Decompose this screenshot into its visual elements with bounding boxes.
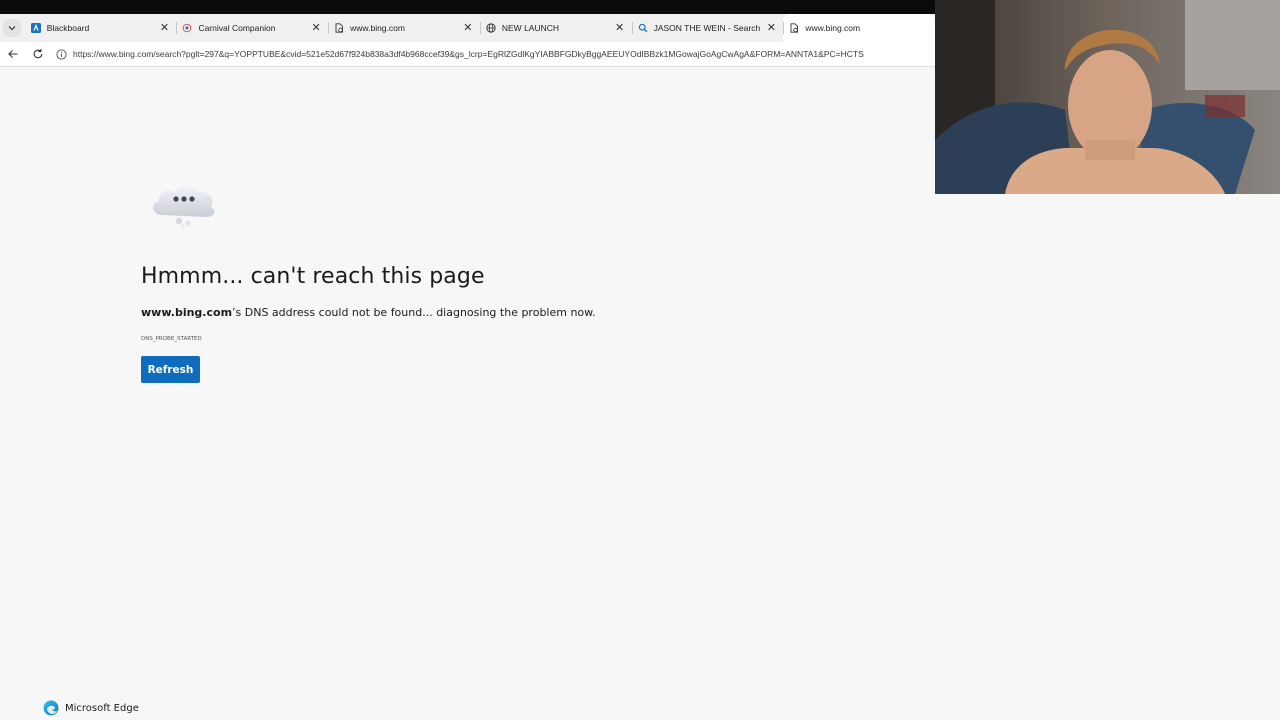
error-description: www.bing.com’s DNS address could not be … bbox=[141, 306, 596, 319]
error-host: www.bing.com bbox=[141, 306, 233, 319]
carnival-icon bbox=[182, 23, 192, 33]
tab-carnival-companion[interactable]: Carnival Companion ✕ bbox=[176, 14, 328, 42]
url-text: https://www.bing.com/search?pglt=297&q=Y… bbox=[73, 49, 864, 59]
address-bar: https://www.bing.com/search?pglt=297&q=Y… bbox=[0, 42, 935, 67]
close-icon[interactable]: ✕ bbox=[158, 22, 170, 34]
tab-label: JASON THE WEIN - Search bbox=[653, 23, 761, 33]
broken-page-icon bbox=[789, 23, 799, 33]
tab-label: Blackboard bbox=[46, 23, 90, 33]
back-button[interactable] bbox=[1, 42, 25, 66]
tab-strip: Blackboard ✕ Carnival Companion ✕ www.bi… bbox=[0, 14, 936, 42]
tab-search[interactable]: JASON THE WEIN - Search ✕ bbox=[631, 14, 784, 42]
site-info-icon[interactable] bbox=[54, 47, 68, 61]
globe-icon bbox=[486, 23, 496, 33]
chevron-down-icon[interactable] bbox=[3, 19, 22, 37]
brand-name: Microsoft Edge bbox=[65, 702, 139, 714]
search-icon bbox=[638, 23, 648, 33]
error-code: DNS_PROBE_STARTED bbox=[141, 336, 202, 342]
tab-label: www.bing.com bbox=[805, 23, 861, 33]
edge-brand: Microsoft Edge bbox=[43, 700, 139, 716]
tab-actions-menu[interactable] bbox=[0, 14, 25, 42]
tab-label: www.bing.com bbox=[350, 23, 405, 33]
broken-page-icon bbox=[334, 23, 344, 33]
tab-bing-active[interactable]: www.bing.com bbox=[783, 14, 936, 42]
close-icon[interactable]: ✕ bbox=[765, 22, 777, 34]
refresh-button[interactable]: Refresh bbox=[141, 356, 200, 383]
blackboard-icon bbox=[30, 23, 41, 33]
refresh-icon bbox=[33, 49, 43, 59]
tab-label: NEW LAUNCH bbox=[501, 23, 560, 33]
tab-new-launch[interactable]: NEW LAUNCH ✕ bbox=[479, 14, 632, 42]
close-icon[interactable]: ✕ bbox=[614, 22, 626, 34]
webcam-overlay bbox=[935, 0, 1280, 194]
webcam-video-frame bbox=[935, 0, 1280, 194]
screen: Blackboard ✕ Carnival Companion ✕ www.bi… bbox=[0, 0, 1280, 720]
edge-logo-icon bbox=[43, 700, 59, 716]
page-title: Hmmm... can't reach this page bbox=[141, 264, 485, 289]
tab-label: Carnival Companion bbox=[198, 23, 276, 33]
back-arrow-icon bbox=[8, 50, 18, 58]
tab-blackboard[interactable]: Blackboard ✕ bbox=[25, 14, 177, 42]
refresh-nav-button[interactable] bbox=[26, 42, 50, 66]
tab-bing-1[interactable]: www.bing.com ✕ bbox=[328, 14, 480, 42]
close-icon[interactable]: ✕ bbox=[462, 22, 474, 34]
close-icon[interactable]: ✕ bbox=[310, 22, 322, 34]
error-description-text: ’s DNS address could not be found... dia… bbox=[232, 306, 596, 319]
cloud-icon bbox=[153, 184, 215, 228]
url-field[interactable]: https://www.bing.com/search?pglt=297&q=Y… bbox=[54, 44, 935, 64]
